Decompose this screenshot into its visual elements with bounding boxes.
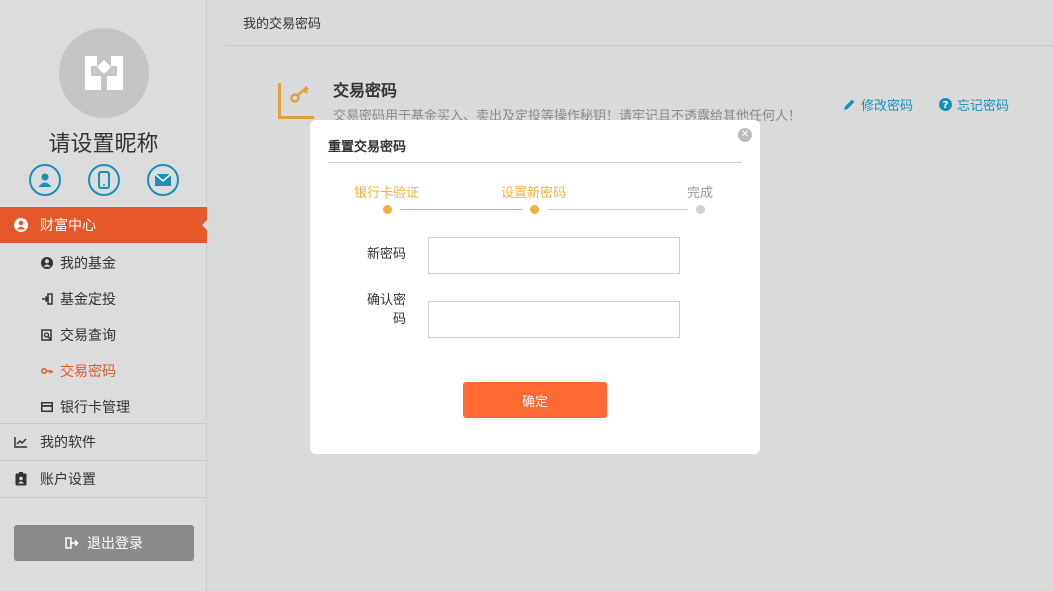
sidebar-item-my-funds[interactable]: 我的基金 xyxy=(40,253,116,273)
page-title: 我的交易密码 xyxy=(243,17,322,32)
sidebar-item-trade-password[interactable]: 交易密码 xyxy=(40,361,116,381)
active-indicator xyxy=(202,219,208,231)
step-dot-current xyxy=(530,205,539,214)
sidebar-item-fund-sip[interactable]: 基金定投 xyxy=(40,289,116,309)
sidebar-item-label: 银行卡管理 xyxy=(60,400,130,416)
step-label-set-password: 设置新密码 xyxy=(501,186,567,201)
sign-out-icon xyxy=(65,537,79,549)
sidebar-item-account-settings[interactable]: 账户设置 xyxy=(0,460,207,497)
nav-wealth-center[interactable]: 财富中心 xyxy=(0,207,208,243)
search-doc-icon xyxy=(40,329,54,341)
forgot-password-label: 忘记密码 xyxy=(957,99,1010,114)
mobile-phone-icon[interactable] xyxy=(88,164,120,196)
confirm-password-label-line2: 码 xyxy=(392,312,406,327)
sidebar-item-label: 我的软件 xyxy=(40,435,96,451)
confirm-password-label: 确认密 码 xyxy=(356,291,406,329)
sidebar: 请设置昵称 财富中心 我的基金 基金定投 交易查询 交易密码 银行卡管理 我的软… xyxy=(0,0,208,591)
forgot-password-link[interactable]: ? 忘记密码 xyxy=(939,95,1009,114)
sign-in-icon xyxy=(40,293,54,305)
sidebar-item-my-software[interactable]: 我的软件 xyxy=(0,423,207,460)
id-badge-icon xyxy=(14,472,28,486)
chart-line-icon xyxy=(14,436,28,448)
new-password-input[interactable] xyxy=(428,237,680,274)
sidebar-item-label: 交易密码 xyxy=(60,364,116,380)
confirm-password-input[interactable] xyxy=(428,301,680,338)
section-title: 交易密码 xyxy=(333,81,398,100)
nav-wealth-center-label: 财富中心 xyxy=(40,218,96,234)
logout-button[interactable]: 退出登录 xyxy=(14,525,194,561)
dialog-divider xyxy=(328,162,742,163)
logo-icon xyxy=(85,56,123,90)
contact-icon-row xyxy=(29,164,179,196)
key-icon xyxy=(40,367,54,375)
sidebar-item-bank-cards[interactable]: 银行卡管理 xyxy=(40,397,130,417)
question-circle-icon: ? xyxy=(939,98,952,111)
sidebar-item-label: 账户设置 xyxy=(40,472,96,488)
step-dot-done xyxy=(383,205,392,214)
confirm-password-label-line1: 确认密 xyxy=(366,293,406,308)
logout-label: 退出登录 xyxy=(87,536,143,552)
close-icon[interactable]: ✕ xyxy=(738,128,752,142)
sidebar-item-label: 交易查询 xyxy=(60,328,116,344)
avatar[interactable] xyxy=(59,28,149,118)
user-icon[interactable] xyxy=(29,164,61,196)
nickname[interactable]: 请设置昵称 xyxy=(0,126,207,158)
confirm-button[interactable]: 确定 xyxy=(463,382,607,418)
pencil-icon xyxy=(843,98,856,111)
step-line-pending xyxy=(548,209,688,210)
step-label-bank-verify: 银行卡验证 xyxy=(354,186,420,201)
trade-password-key-icon xyxy=(278,83,314,119)
step-dot-pending xyxy=(696,205,705,214)
dialog-title: 重置交易密码 xyxy=(328,140,407,155)
step-label-complete: 完成 xyxy=(687,186,714,201)
mail-icon[interactable] xyxy=(147,164,179,196)
sidebar-divider xyxy=(0,497,207,498)
sidebar-item-trade-query[interactable]: 交易查询 xyxy=(40,325,116,345)
modify-password-link[interactable]: 修改密码 xyxy=(843,95,913,114)
user-circle-icon xyxy=(14,218,28,232)
step-line-done xyxy=(400,209,522,210)
credit-card-icon xyxy=(40,402,54,412)
svg-text:?: ? xyxy=(943,100,949,111)
modify-password-label: 修改密码 xyxy=(861,99,914,114)
user-circle-icon xyxy=(40,257,54,269)
reset-password-dialog: ✕ 重置交易密码 银行卡验证 设置新密码 完成 新密码 确认密 码 确定 xyxy=(310,120,760,454)
sidebar-item-label: 我的基金 xyxy=(60,256,116,272)
sidebar-item-label: 基金定投 xyxy=(60,292,116,308)
new-password-label: 新密码 xyxy=(366,247,406,262)
breadcrumb: 我的交易密码 xyxy=(225,0,1053,46)
